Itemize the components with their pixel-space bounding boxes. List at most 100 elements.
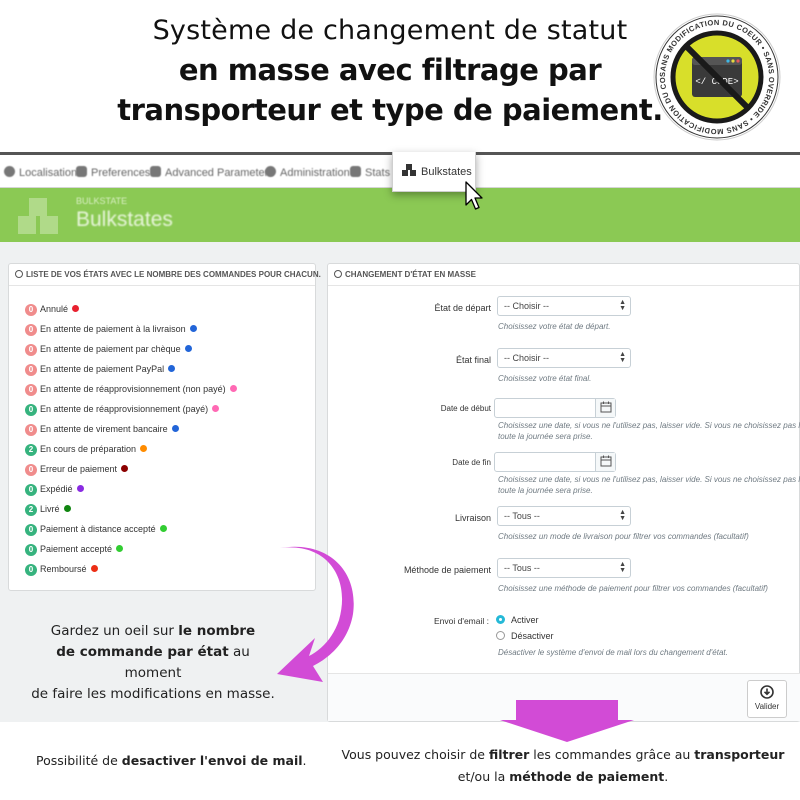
status-label: Remboursé	[40, 564, 87, 574]
save-icon	[760, 685, 774, 699]
status-label: En attente de paiement PayPal	[40, 364, 165, 374]
page-header-toolbar: BULKSTATE Bulkstates	[0, 188, 800, 242]
status-label: En attente de paiement à la livraison	[40, 324, 186, 334]
order-count-badge: 0	[25, 304, 37, 316]
date-fin-label: Date de fin	[452, 458, 491, 467]
radio-label: Activer	[511, 615, 539, 625]
status-row: 0 Annulé	[25, 302, 80, 316]
help-line: toute la journée sera prise.	[498, 432, 593, 441]
nav-item-advanced-parameters[interactable]: Advanced Parameters	[150, 162, 274, 184]
select-value: -- Choisir --	[504, 353, 549, 363]
etat-final-select[interactable]: -- Choisir -- ▲ ▼	[497, 348, 631, 368]
radio-activer[interactable]: Activer	[496, 615, 539, 625]
status-color-dot-icon	[63, 505, 71, 512]
etat-final-label: État final	[455, 355, 491, 365]
panel-heading-text: LISTE DE VOS ÉTATS AVEC LE NOMBRE DES CO…	[26, 270, 321, 279]
callout-text: et/ou la	[457, 769, 510, 784]
callout-text: .	[664, 769, 669, 784]
status-color-dot-icon	[72, 305, 80, 312]
chart-icon	[350, 166, 361, 177]
nav-label: Administration	[280, 167, 350, 179]
select-arrows-icon: ▲ ▼	[619, 561, 626, 574]
callout-bold: filtrer	[488, 747, 530, 762]
livraison-select[interactable]: -- Tous -- ▲ ▼	[497, 506, 631, 526]
status-color-dot-icon	[189, 325, 197, 332]
nav-item-localisation[interactable]: Localisation	[4, 162, 77, 184]
callout-bold: le nombre	[178, 623, 256, 639]
status-label: Paiement à distance accepté	[40, 524, 156, 534]
select-value: -- Choisir --	[504, 301, 549, 311]
select-arrows-icon: ▲ ▼	[619, 509, 626, 522]
etat-depart-help: Choisissez votre état de départ.	[498, 322, 611, 331]
status-color-dot-icon	[171, 425, 179, 432]
livraison-label: Livraison	[454, 513, 491, 523]
nav-label: Bulkstates	[421, 166, 472, 178]
radio-selected-icon	[496, 615, 505, 624]
status-row: 0 En attente de virement bancaire	[25, 422, 179, 436]
mouse-cursor-icon	[465, 181, 483, 210]
order-count-badge: 0	[25, 344, 37, 356]
panel-heading: LISTE DE VOS ÉTATS AVEC LE NOMBRE DES CO…	[9, 264, 321, 286]
status-color-dot-icon	[184, 345, 192, 352]
nav-label: Stats	[365, 167, 391, 179]
status-row: 0 Remboursé	[25, 562, 98, 576]
headline-line-2: en masse avec filtrage par	[178, 53, 602, 87]
date-debut-label: Date de début	[440, 404, 491, 413]
etat-final-help: Choisissez votre état final.	[498, 374, 592, 383]
nav-item-stats[interactable]: Stats	[350, 162, 390, 184]
status-color-dot-icon	[76, 485, 84, 492]
radio-label: Désactiver	[511, 631, 554, 641]
disable-email-callout: Possibilité de desactiver l'envoi de mai…	[36, 753, 307, 768]
select-value: -- Tous --	[504, 563, 540, 573]
order-count-badge: 0	[25, 464, 37, 476]
filter-callout: Vous pouvez choisir de filtrer les comma…	[330, 744, 796, 788]
breadcrumb[interactable]: BULKSTATE	[76, 196, 127, 206]
status-row: 2 Livré	[25, 502, 71, 516]
clock-icon	[334, 270, 342, 278]
order-count-badge: 0	[25, 404, 37, 416]
panel-heading: CHANGEMENT D'ÉTAT EN MASSE	[328, 264, 799, 286]
order-count-badge: 0	[25, 384, 37, 396]
cubes-icon	[18, 198, 58, 234]
status-label: Livré	[40, 504, 60, 514]
status-row: 2 En cours de préparation	[25, 442, 148, 456]
callout-text: les commandes grâce au	[529, 747, 695, 762]
callout-bold: desactiver l'envoi de mail	[121, 753, 303, 768]
status-row: 0 En attente de réapprovisionnement (payé…	[25, 402, 220, 416]
status-label: Erreur de paiement	[40, 464, 118, 474]
help-line: Choisissez une date, si vous ne l'utilis…	[498, 421, 800, 430]
status-color-dot-icon	[90, 565, 98, 572]
cubes-icon	[402, 164, 416, 176]
valider-button[interactable]: Valider	[747, 680, 787, 718]
callout-bold: transporteur	[694, 747, 785, 762]
nav-item-preferences[interactable]: Preferences	[76, 162, 150, 184]
status-color-dot-icon	[140, 445, 148, 452]
status-row: 0 Erreur de paiement	[25, 462, 129, 476]
date-fin-help: Choisissez une date, si vous ne l'utilis…	[498, 474, 800, 496]
etat-depart-select[interactable]: -- Choisir -- ▲ ▼	[497, 296, 631, 316]
etat-depart-label: État de départ	[434, 303, 491, 313]
order-count-badge: 0	[25, 564, 37, 576]
nav-item-administration[interactable]: Administration	[265, 162, 350, 184]
calendar-icon[interactable]	[595, 453, 615, 471]
headline-line-1: Système de changement de statut	[152, 15, 628, 46]
paiement-select[interactable]: -- Tous -- ▲ ▼	[497, 558, 631, 578]
clock-icon	[15, 270, 23, 278]
order-count-badge: 0	[25, 524, 37, 536]
status-label: En attente de virement bancaire	[40, 424, 168, 434]
button-label: Valider	[754, 702, 780, 711]
callout-text: .	[302, 753, 307, 768]
order-count-badge: 2	[25, 444, 37, 456]
date-debut-field[interactable]	[494, 398, 616, 418]
radio-desactiver[interactable]: Désactiver	[496, 631, 554, 641]
radio-unselected-icon	[496, 631, 505, 640]
calendar-icon[interactable]	[595, 399, 615, 417]
callout-text: Vous pouvez choisir de	[341, 747, 489, 762]
select-arrows-icon: ▲ ▼	[619, 299, 626, 312]
callout-text: Gardez un oeil sur	[50, 623, 179, 639]
globe-icon	[4, 166, 15, 177]
date-fin-field[interactable]	[494, 452, 616, 472]
status-label: En attente de réapprovisionnement (non p…	[40, 384, 226, 394]
order-count-badge: 0	[25, 484, 37, 496]
status-label: En cours de préparation	[40, 444, 137, 454]
